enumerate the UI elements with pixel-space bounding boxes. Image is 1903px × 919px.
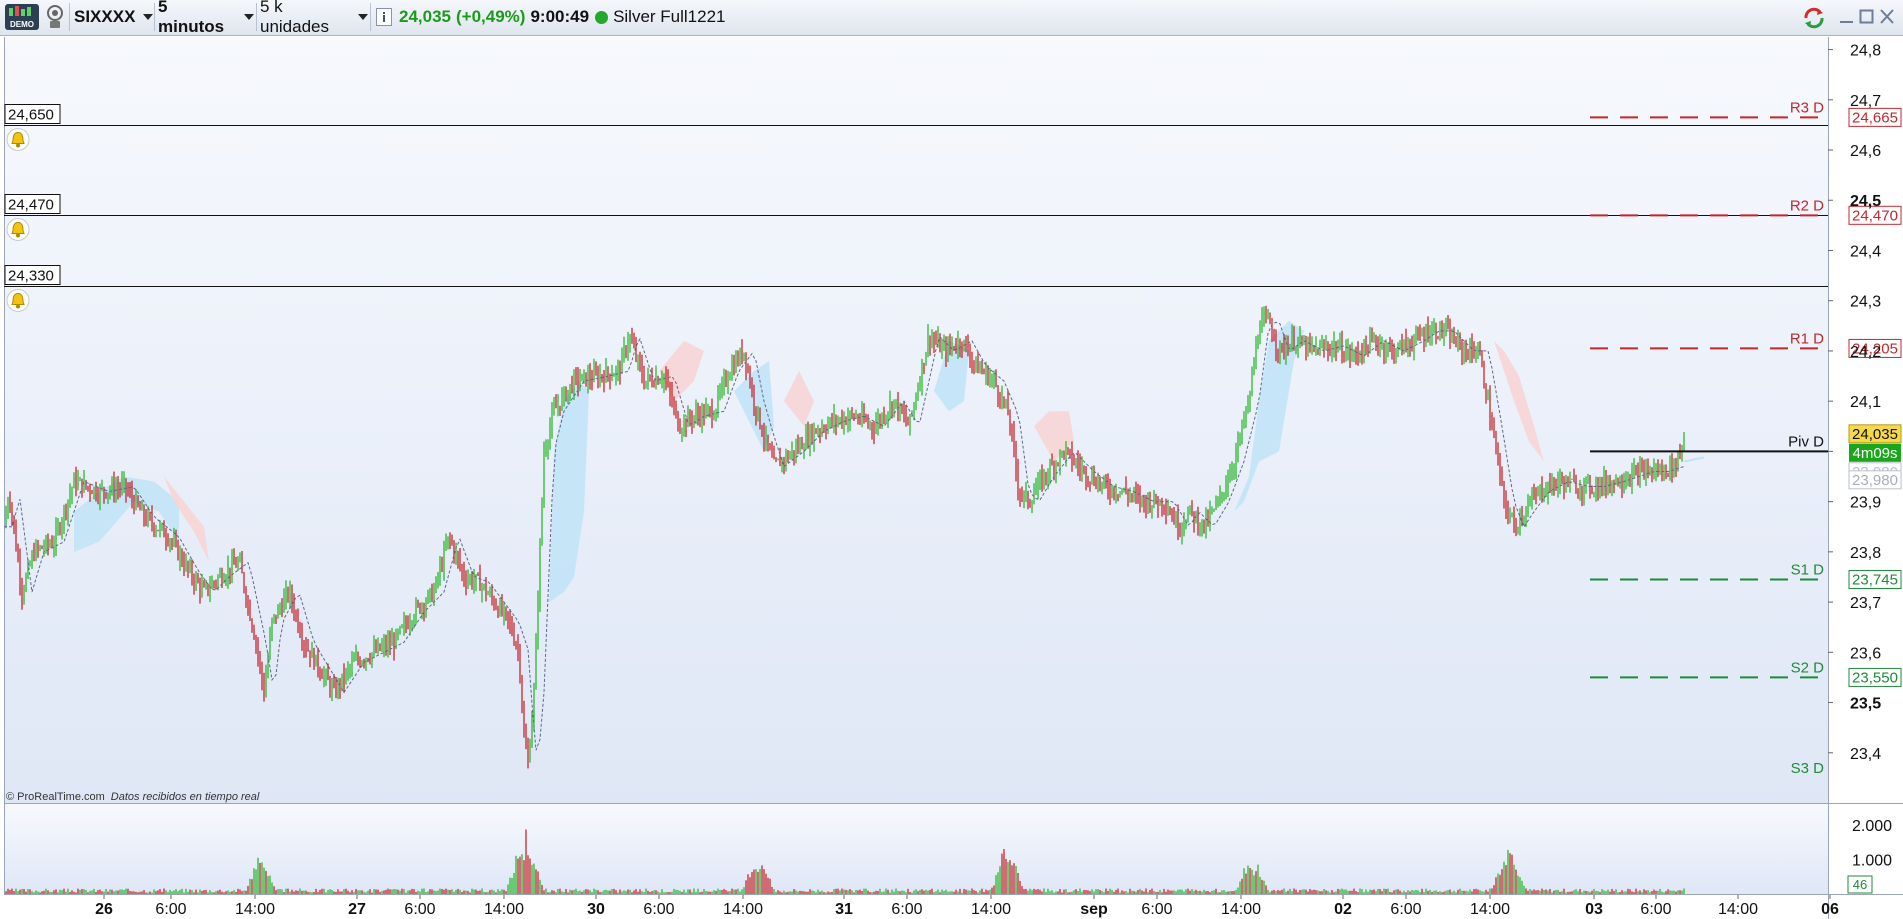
y-axis-tick-label: 24,8 <box>1850 43 1881 60</box>
x-axis-tick-label: 31 <box>835 901 853 918</box>
price-change: (+0,49%) <box>456 7 526 26</box>
countdown-badge-label: 4m09s <box>1852 445 1897 462</box>
y-axis-tick-label: 23,9 <box>1850 495 1881 512</box>
y-axis-tick-label: 24,7 <box>1850 93 1881 110</box>
x-axis-tick-label: 14:00 <box>723 901 763 918</box>
y-axis-tick-label: 24,2 <box>1850 344 1881 361</box>
pivot-level-label: S2 D <box>1791 659 1825 676</box>
x-axis-tick-label: 03 <box>1585 901 1603 918</box>
x-axis-tick-label: 30 <box>587 901 605 918</box>
demo-badge[interactable]: DEMO <box>4 3 44 31</box>
last-update-time: 9:00:49 <box>530 7 590 26</box>
alert-bell-icon[interactable] <box>6 128 30 151</box>
timeframe-selector[interactable]: 5 minutos <box>158 0 254 36</box>
x-axis-tick-label: 14:00 <box>235 901 275 918</box>
settings-icon[interactable] <box>45 3 67 31</box>
symbol-label: SIXXXX <box>74 7 136 26</box>
alert-bell-icon[interactable] <box>6 289 30 312</box>
cloud-level-badge-label: 23,980 <box>1852 472 1898 489</box>
pivot-level-label: S1 D <box>1791 561 1825 578</box>
connection-status-icon <box>595 10 609 24</box>
price-plot-area[interactable] <box>4 37 1828 803</box>
pivot-level-label: R1 D <box>1790 330 1824 347</box>
symbol-selector[interactable]: SIXXXX <box>74 3 154 31</box>
y-axis-tick-label: 23,7 <box>1850 595 1881 612</box>
pivot-level-label: Piv D <box>1788 433 1824 450</box>
instrument-name: Silver Full1221 <box>613 7 726 26</box>
x-axis-tick-label: 6:00 <box>404 901 435 918</box>
info-button[interactable] <box>376 3 396 31</box>
minimize-icon <box>1840 21 1853 23</box>
x-axis-tick-label: 14:00 <box>1221 901 1261 918</box>
toolbar: DEMO SIXXXX 5 minutos 5 k unidades 24,03… <box>0 0 1903 36</box>
pivot-level-label: S3 D <box>1791 760 1825 777</box>
y-axis-tick-label: 23,4 <box>1850 746 1881 763</box>
pivot-level-label: R2 D <box>1790 197 1824 214</box>
x-axis-tick-label: 14:00 <box>1470 901 1510 918</box>
minimize-button[interactable] <box>1838 7 1858 27</box>
alert-bell-icon-clapper <box>16 304 20 309</box>
timeframe-label: 5 minutos <box>158 0 225 36</box>
x-axis-tick-label: 6:00 <box>891 901 922 918</box>
close-icon <box>1880 9 1894 24</box>
info-icon <box>376 8 392 26</box>
x-axis-tick-label: 14:00 <box>484 901 524 918</box>
pivot-level-label: R3 D <box>1790 99 1824 116</box>
alert-bell-icon[interactable] <box>6 218 30 241</box>
pivot-value-badge-label: 24,665 <box>1852 109 1898 126</box>
volume-badge-label: 46 <box>1853 877 1867 892</box>
x-axis-tick-label: 14:00 <box>1718 901 1758 918</box>
alert-price-label: 24,330 <box>8 268 54 285</box>
y-axis-tick-label: 24,1 <box>1850 394 1881 411</box>
pivot-value-badge-label: 23,745 <box>1852 571 1898 588</box>
alert-price-label: 24,650 <box>8 107 54 124</box>
alert-bell-icon-clapper <box>16 143 20 148</box>
volume-plot-area[interactable] <box>4 804 1828 894</box>
x-axis-tick-label: 6:00 <box>155 901 186 918</box>
sync-button[interactable] <box>1802 7 1824 29</box>
last-price-badge-label: 24,035 <box>1852 426 1898 443</box>
wifi-lock-icon <box>47 5 63 28</box>
y-axis-tick-label: 23,6 <box>1850 645 1881 662</box>
x-axis-tick-label: 6:00 <box>643 901 674 918</box>
units-selector[interactable]: 5 k unidades <box>260 0 368 36</box>
volume-axis-tick-label: 1.000 <box>1852 852 1892 869</box>
maximize-button[interactable] <box>1858 7 1878 27</box>
chevron-down-icon <box>143 14 154 20</box>
x-axis-tick-label: 14:00 <box>971 901 1011 918</box>
close-button[interactable] <box>1878 7 1898 27</box>
chart-logo-icon: DEMO <box>5 4 39 30</box>
y-axis-tick-label: 24,4 <box>1850 243 1881 260</box>
y-axis-tick-label: 24,3 <box>1850 294 1881 311</box>
x-axis-tick-label: sep <box>1080 901 1108 918</box>
x-axis-tick-label: 26 <box>95 901 113 918</box>
y-axis-tick-label: 24,5 <box>1850 193 1881 210</box>
x-axis-tick-label: 6:00 <box>1141 901 1172 918</box>
x-axis-tick-label: 06 <box>1821 901 1839 918</box>
y-axis-tick-label: 23,8 <box>1850 545 1881 562</box>
svg-text:DEMO: DEMO <box>10 20 34 29</box>
sync-icon <box>1804 7 1824 29</box>
volume-axis-tick-label: 2.000 <box>1852 818 1892 835</box>
chevron-down-icon <box>244 14 254 20</box>
alert-price-label: 24,470 <box>8 197 54 214</box>
attribution-text: © ProRealTime.com Datos recibidos en tiem… <box>6 791 260 803</box>
alert-bell-icon-clapper <box>16 233 20 238</box>
y-axis-tick-label: 24,6 <box>1850 143 1881 160</box>
pivot-value-badge-label: 23,550 <box>1852 669 1898 686</box>
x-axis-tick-label: 6:00 <box>1390 901 1421 918</box>
maximize-icon <box>1859 9 1874 24</box>
last-price: 24,035 <box>399 7 451 26</box>
x-axis-tick-label: 02 <box>1334 901 1352 918</box>
units-label: 5 k unidades <box>260 0 330 36</box>
price-chart[interactable]: 24,65024,47024,330 R3 D24,665R2 D24,470R… <box>0 37 1903 919</box>
x-axis-tick-label: 6:00 <box>1640 901 1671 918</box>
chevron-down-icon <box>358 14 368 20</box>
x-axis-tick-label: 27 <box>348 901 366 918</box>
y-axis-tick-label: 23,5 <box>1850 696 1881 713</box>
